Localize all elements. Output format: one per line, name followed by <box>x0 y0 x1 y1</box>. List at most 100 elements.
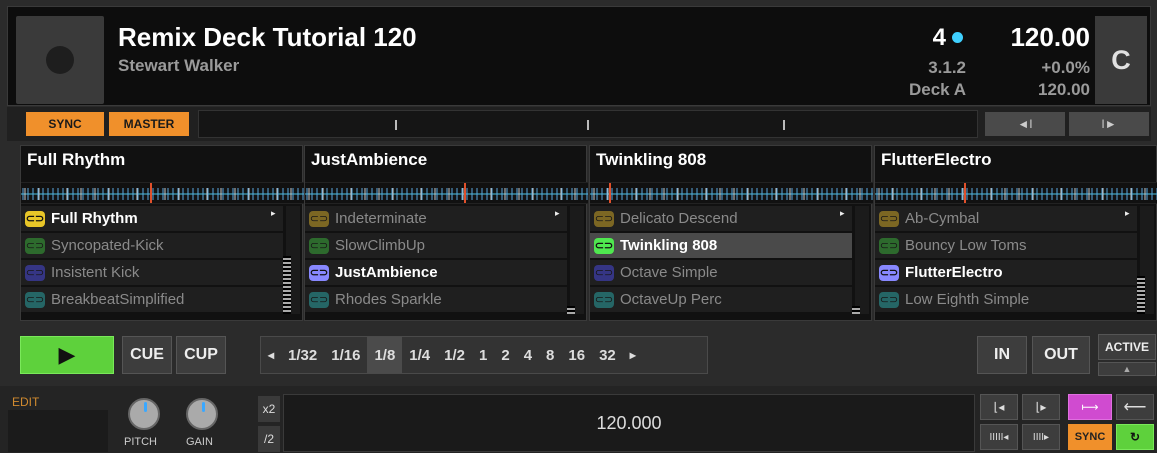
loop-size-option[interactable]: 8 <box>539 337 561 373</box>
sync-button[interactable]: SYNC <box>26 112 104 136</box>
sample-cell[interactable]: ⊂⊃ Delicato Descend <box>590 206 852 231</box>
sample-cell[interactable]: ⊂⊃ Twinkling 808 <box>590 233 852 258</box>
sample-cell[interactable]: ⊂⊃ FlutterElectro <box>875 260 1137 285</box>
loop-sample-icon: ⊂⊃ <box>309 210 329 227</box>
bpm-display: 120.00 <box>1010 22 1090 52</box>
deck-letter-button[interactable]: C <box>1095 16 1147 104</box>
arrow-left-icon[interactable]: ⟵ <box>1116 394 1154 420</box>
slot-scrollbar[interactable] <box>570 206 584 314</box>
loop-size-option[interactable]: 1/4 <box>402 337 437 373</box>
slot-waveform[interactable] <box>305 182 588 204</box>
pitch-knob[interactable] <box>128 398 160 430</box>
loop-size-option[interactable]: 1/32 <box>281 337 324 373</box>
slot-level-meter <box>1137 276 1145 314</box>
slot-cells: ⊂⊃ Full Rhythm ⊂⊃ Syncopated-Kick ⊂⊃ Insisten… <box>21 206 283 314</box>
slot-waveform[interactable] <box>875 182 1157 204</box>
sample-cell[interactable]: ⊂⊃ JustAmbience <box>305 260 567 285</box>
loop-size-option[interactable]: 2 <box>494 337 516 373</box>
pitch-percent: +0.0% <box>1041 58 1090 77</box>
gain-knob[interactable] <box>186 398 218 430</box>
beatjump-forward-button[interactable]: I► <box>1069 112 1149 136</box>
remix-slot: JustAmbience ⊂⊃ Indeterminate ⊂⊃ SlowClimbUp… <box>304 145 588 321</box>
slot-title[interactable]: Full Rhythm <box>27 150 125 170</box>
sample-cell[interactable]: ⊂⊃ Full Rhythm <box>21 206 283 231</box>
pitch-label: PITCH <box>124 436 157 448</box>
sample-cell[interactable]: ⊂⊃ OctaveUp Perc <box>590 287 852 312</box>
slot-page-indicator <box>27 172 137 185</box>
move-back-icon[interactable]: ⌊◂ <box>980 394 1018 420</box>
beatjump-back-button[interactable]: ◄I <box>985 112 1065 136</box>
sample-cell[interactable]: ⊂⊃ Octave Simple <box>590 260 852 285</box>
slot-level-meter <box>567 306 575 314</box>
cup-button[interactable]: CUP <box>176 336 226 374</box>
loop-out-button[interactable]: OUT <box>1032 336 1090 374</box>
slot-play-indicator-icon: ▸ <box>271 208 276 218</box>
slot-title[interactable]: Twinkling 808 <box>596 150 706 170</box>
gain-label: GAIN <box>186 436 213 448</box>
sample-cell-label: Full Rhythm <box>51 210 138 227</box>
loop-next-button[interactable]: ▸ <box>623 337 643 373</box>
sample-cell-label: Insistent Kick <box>51 264 140 281</box>
edit-label[interactable]: EDIT <box>12 395 39 409</box>
sample-cell[interactable]: ⊂⊃ Low Eighth Simple <box>875 287 1137 312</box>
phase-tick <box>395 120 397 130</box>
sample-cell[interactable]: ⊂⊃ Rhodes Sparkle <box>305 287 567 312</box>
loop-prev-button[interactable]: ◂ <box>261 337 281 373</box>
sample-cell[interactable]: ⊂⊃ BreakbeatSimplified <box>21 287 283 312</box>
loop-size-option[interactable]: 32 <box>592 337 623 373</box>
phase-tick <box>783 120 785 130</box>
sample-cell-label: Rhodes Sparkle <box>335 291 442 308</box>
beatgrid-forward-icon[interactable]: IIII▸ <box>1022 424 1060 450</box>
loop-in-button[interactable]: IN <box>977 336 1027 374</box>
loop-size-option[interactable]: 1 <box>472 337 494 373</box>
sample-cell[interactable]: ⊂⊃ Bouncy Low Toms <box>875 233 1137 258</box>
phase-tick <box>587 120 589 130</box>
sample-cell-label: Indeterminate <box>335 210 427 227</box>
beat-indicator-dot <box>952 32 963 43</box>
slot-page-indicator <box>311 172 421 185</box>
sample-cell[interactable]: ⊂⊃ Syncopated-Kick <box>21 233 283 258</box>
remix-slot: Full Rhythm ⊂⊃ Full Rhythm ⊂⊃ Syncopated-Kic… <box>20 145 304 321</box>
slot-cells: ⊂⊃ Delicato Descend ⊂⊃ Twinkling 808 ⊂⊃ Octav… <box>590 206 852 314</box>
slot-title[interactable]: JustAmbience <box>311 150 427 170</box>
sample-cell-label: Bouncy Low Toms <box>905 237 1027 254</box>
loop-size-option[interactable]: 16 <box>561 337 592 373</box>
double-tempo-button[interactable]: x2 <box>258 396 280 422</box>
slot-waveform[interactable] <box>590 182 873 204</box>
cover-art <box>16 16 104 104</box>
half-tempo-button[interactable]: /2 <box>258 426 280 452</box>
loop-size-option[interactable]: 1/8 <box>367 337 403 373</box>
base-tempo: 120.00 <box>1038 80 1090 99</box>
tempo-display: 120.000 <box>283 394 975 452</box>
slot-waveform[interactable] <box>21 182 304 204</box>
sync-small-button[interactable]: SYNC <box>1068 424 1112 450</box>
loop-sample-icon: ⊂⊃ <box>594 237 614 254</box>
slot-play-indicator-icon: ▸ <box>840 208 845 218</box>
loop-size-option[interactable]: 1/16 <box>324 337 367 373</box>
active-expand-icon[interactable]: ▲ <box>1098 362 1156 376</box>
cue-button[interactable]: CUE <box>122 336 172 374</box>
loop-size-option[interactable]: 4 <box>517 337 539 373</box>
play-button[interactable]: ▶ <box>20 336 114 374</box>
loop-sample-icon: ⊂⊃ <box>25 210 45 227</box>
move-forward-icon[interactable]: ⌊▸ <box>1022 394 1060 420</box>
loop-active-button[interactable]: ACTIVE <box>1098 334 1156 360</box>
sample-cell[interactable]: ⊂⊃ SlowClimbUp <box>305 233 567 258</box>
loop-jump-icon[interactable]: ⟼ <box>1068 394 1112 420</box>
loop-size-option[interactable]: 1/2 <box>437 337 472 373</box>
sample-cell[interactable]: ⊂⊃ Insistent Kick <box>21 260 283 285</box>
loop-sample-icon: ⊂⊃ <box>594 210 614 227</box>
beatgrid-back-icon[interactable]: IIIII◂ <box>980 424 1018 450</box>
master-button[interactable]: MASTER <box>109 112 189 136</box>
slot-page-indicator <box>881 172 991 185</box>
slot-cells: ⊂⊃ Indeterminate ⊂⊃ SlowClimbUp ⊂⊃ JustAmbien… <box>305 206 567 314</box>
loop-sample-icon: ⊂⊃ <box>309 264 329 281</box>
loop-icon[interactable]: ↻ <box>1116 424 1154 450</box>
slot-level-meter <box>852 306 860 314</box>
sample-cell[interactable]: ⊂⊃ Indeterminate <box>305 206 567 231</box>
slot-play-indicator-icon: ▸ <box>555 208 560 218</box>
sample-cell[interactable]: ⊂⊃ Ab-Cymbal <box>875 206 1137 231</box>
slot-title[interactable]: FlutterElectro <box>881 150 992 170</box>
slot-scrollbar[interactable] <box>855 206 869 314</box>
slot-play-indicator-icon: ▸ <box>1125 208 1130 218</box>
